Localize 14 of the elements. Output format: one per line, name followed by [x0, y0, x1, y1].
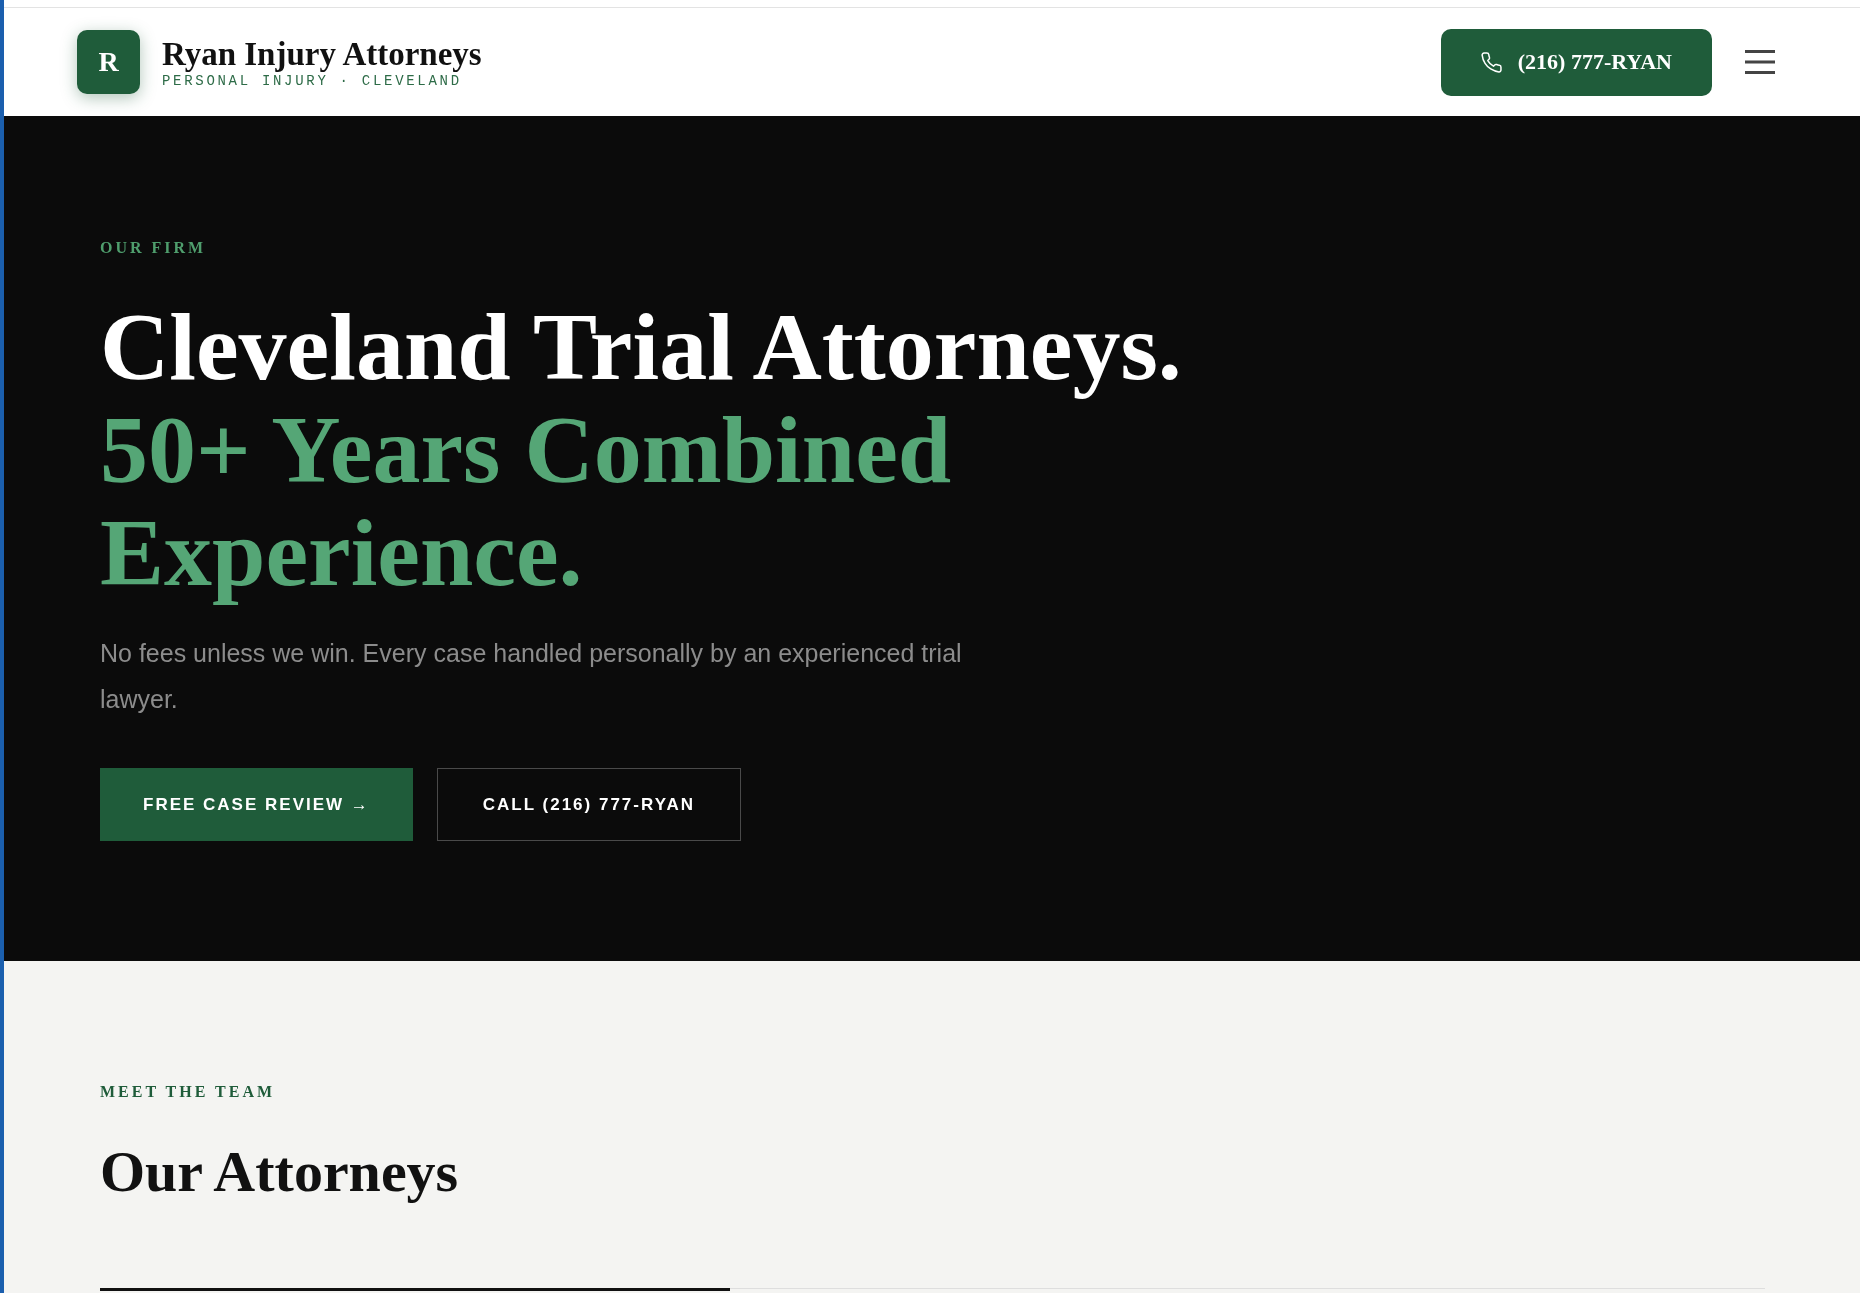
call-button[interactable]: CALL (216) 777-RYAN — [436, 768, 741, 841]
brand-name: Ryan Injury Attorneys — [162, 36, 482, 72]
section-eyebrow: OUR FIRM — [100, 238, 208, 258]
menu-icon[interactable] — [1745, 50, 1775, 74]
logo-mark[interactable]: R — [77, 30, 140, 94]
hero-heading-accent: 50+ Years Combined Experience. — [100, 398, 952, 604]
brand-tagline: PERSONAL INJURY · CLEVELAND — [162, 72, 462, 90]
phone-button[interactable]: (216) 777-RYAN — [1440, 28, 1712, 96]
case-review-button[interactable]: FREE CASE REVIEW → — [100, 768, 413, 841]
hero-subtitle: No fees unless we win. Every case handled personally by an experienced trial lawyer. — [100, 638, 963, 715]
section-heading: Our Attorneys — [100, 1138, 460, 1206]
section-eyebrow: MEET THE TEAM — [100, 1082, 277, 1102]
hero-heading: Cleveland Trial Attorneys. — [100, 295, 1182, 398]
phone-icon — [1480, 51, 1502, 73]
